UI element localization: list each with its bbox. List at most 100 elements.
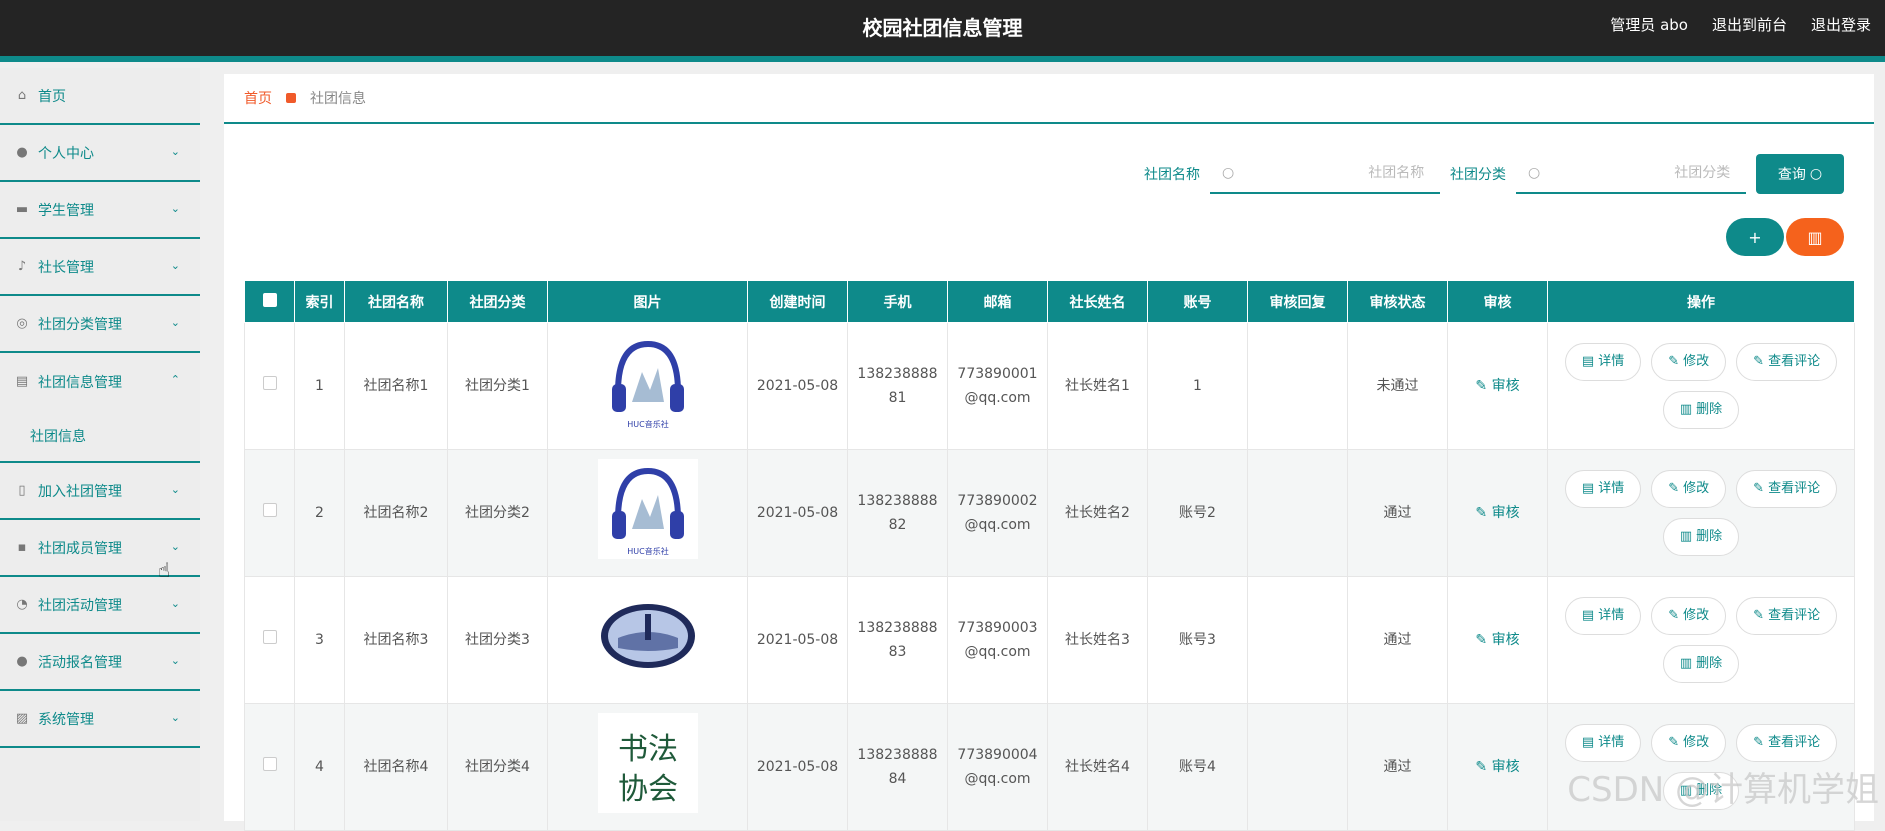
- audit-link[interactable]: ✎ 审核: [1475, 378, 1519, 394]
- view-comments-button[interactable]: ✎查看评论: [1736, 597, 1837, 635]
- header-links: 管理员 abo 退出到前台 退出登录: [1610, 14, 1871, 35]
- table-row[interactable]: 3 社团名称3 社团分类3 2021-05-08 13823888883 773…: [245, 577, 1855, 704]
- club-name-input[interactable]: [1234, 165, 1424, 181]
- exit-to-front-link[interactable]: 退出到前台: [1712, 14, 1787, 35]
- chevron-down-icon: ⌄: [171, 711, 180, 724]
- gauge-icon: ◔: [14, 597, 30, 613]
- edit-button[interactable]: ✎修改: [1651, 343, 1726, 381]
- actions-cell: ▤详情 ✎修改 ✎查看评论 ▥删除: [1548, 450, 1855, 577]
- batch-delete-button[interactable]: ▥: [1786, 218, 1844, 256]
- sidebar-subitem-club-info[interactable]: 社团信息: [0, 410, 200, 463]
- sidebar-item-club-info[interactable]: ▤ 社团信息管理 ⌃: [0, 353, 200, 410]
- trash-icon: ▥: [1680, 398, 1692, 422]
- edit-button[interactable]: ✎修改: [1651, 724, 1726, 762]
- table-row[interactable]: 2 社团名称2 社团分类2 HUC音乐社 2021-05-08 13823888…: [245, 450, 1855, 577]
- edit-button[interactable]: ✎修改: [1651, 597, 1726, 635]
- image-cell: 书法 协会: [548, 704, 748, 831]
- chevron-down-icon: ⌄: [171, 654, 180, 667]
- add-button[interactable]: +: [1726, 218, 1784, 256]
- hand-cursor-icon: ☝: [158, 558, 170, 582]
- reply-cell: [1248, 450, 1348, 577]
- audit-label: 审核: [1492, 632, 1520, 648]
- detail-button[interactable]: ▤详情: [1565, 470, 1641, 508]
- sidebar-item-categories[interactable]: ◎ 社团分类管理 ⌄: [0, 296, 200, 353]
- audit-link[interactable]: ✎ 审核: [1475, 632, 1519, 648]
- breadcrumb-home[interactable]: 首页: [244, 88, 272, 108]
- sidebar-item-system[interactable]: ▨ 系统管理 ⌄: [0, 691, 200, 748]
- column-header: 社长姓名: [1048, 281, 1148, 323]
- row-select-cell: [245, 704, 295, 831]
- sidebar-item-home[interactable]: ⌂ 首页: [0, 68, 200, 125]
- edit-icon: ✎: [1475, 759, 1487, 775]
- logo-caption: HUC音乐社: [627, 546, 668, 556]
- top-bar: 校园社团信息管理 管理员 abo 退出到前台 退出登录: [0, 0, 1885, 62]
- sidebar-item-personal[interactable]: ● 个人中心 ⌄: [0, 125, 200, 182]
- club-category-input[interactable]: [1540, 165, 1730, 181]
- calligraphy-logo-image: 书法 协会: [598, 713, 698, 813]
- edit-icon: ✎: [1668, 731, 1679, 755]
- column-header: 图片: [548, 281, 748, 323]
- sidebar-item-leaders[interactable]: ♪ 社长管理 ⌄: [0, 239, 200, 296]
- detail-button[interactable]: ▤详情: [1565, 724, 1641, 762]
- delete-button[interactable]: ▥删除: [1663, 518, 1739, 556]
- sidebar-item-label: 社团成员管理: [38, 538, 122, 558]
- view-comments-button[interactable]: ✎查看评论: [1736, 470, 1837, 508]
- sidebar-item-label: 个人中心: [38, 143, 94, 163]
- trash-icon: ▥: [1680, 525, 1692, 549]
- column-header: 账号: [1148, 281, 1248, 323]
- delete-button[interactable]: ▥删除: [1663, 391, 1739, 429]
- edit-icon: ✎: [1475, 378, 1487, 394]
- view-comments-button[interactable]: ✎查看评论: [1736, 343, 1837, 381]
- sidebar-item-students[interactable]: ▬ 学生管理 ⌄: [0, 182, 200, 239]
- sidebar-item-join[interactable]: ▯ 加入社团管理 ⌄: [0, 463, 200, 520]
- email-cell: 773890001@qq.com: [948, 323, 1048, 450]
- row-checkbox[interactable]: [263, 757, 277, 771]
- edit-label: 修改: [1683, 350, 1709, 374]
- column-header: 审核: [1448, 281, 1548, 323]
- edit-icon: ✎: [1668, 477, 1679, 501]
- row-checkbox[interactable]: [263, 630, 277, 644]
- audit-link[interactable]: ✎ 审核: [1475, 505, 1519, 521]
- logo-caption: HUC音乐社: [627, 419, 668, 429]
- document-icon: ▤: [1582, 731, 1594, 755]
- audit-link[interactable]: ✎ 审核: [1475, 759, 1519, 775]
- detail-button[interactable]: ▤详情: [1565, 597, 1641, 635]
- phone-text: 13823888883: [857, 620, 937, 660]
- row-checkbox[interactable]: [263, 503, 277, 517]
- audit-label: 审核: [1492, 759, 1520, 775]
- edit-icon: ✎: [1668, 350, 1679, 374]
- email-text: 773890001@qq.com: [957, 366, 1037, 406]
- column-header: 手机: [848, 281, 948, 323]
- edit-button[interactable]: ✎修改: [1651, 470, 1726, 508]
- sidebar-item-activities[interactable]: ◔ 社团活动管理 ⌄: [0, 577, 200, 634]
- phone-cell: 13823888884: [848, 704, 948, 831]
- phone-cell: 13823888881: [848, 323, 948, 450]
- logout-link[interactable]: 退出登录: [1811, 14, 1871, 35]
- chevron-down-icon: ⌄: [171, 483, 180, 496]
- row-checkbox[interactable]: [263, 376, 277, 390]
- select-all-checkbox[interactable]: [263, 293, 277, 307]
- table-header-row: 索引 社团名称 社团分类 图片 创建时间 手机 邮箱 社长姓名 账号 审核回复 …: [245, 281, 1855, 323]
- table-row[interactable]: 1 社团名称1 社团分类1 HUC音乐社 2021-05-08 13823888…: [245, 323, 1855, 450]
- reply-cell: [1248, 577, 1348, 704]
- headphones-logo-image: HUC音乐社: [598, 332, 698, 432]
- club-category-cell: 社团分类1: [448, 323, 548, 450]
- admin-user-link[interactable]: 管理员 abo: [1610, 14, 1688, 35]
- sidebar-item-label: 社团分类管理: [38, 314, 122, 334]
- breadcrumb: 首页 社团信息: [224, 74, 1874, 124]
- row-select-cell: [245, 450, 295, 577]
- sidebar-item-signup[interactable]: ● 活动报名管理 ⌄: [0, 634, 200, 691]
- club-name-label: 社团名称: [1144, 164, 1200, 184]
- document-icon: ▤: [1582, 604, 1594, 628]
- audit-label: 审核: [1492, 505, 1520, 521]
- query-button[interactable]: 查询 ○: [1756, 154, 1844, 194]
- edit-icon: ✎: [1475, 505, 1487, 521]
- sidebar-item-label: 加入社团管理: [38, 481, 122, 501]
- email-cell: 773890004@qq.com: [948, 704, 1048, 831]
- main-content: 首页 社团信息 社团名称 ○ 社团分类 ○ 查询 ○ + ▥: [224, 74, 1874, 821]
- account-cell: 1: [1148, 323, 1248, 450]
- delete-button[interactable]: ▥删除: [1663, 645, 1739, 683]
- view-comments-button[interactable]: ✎查看评论: [1736, 724, 1837, 762]
- detail-button[interactable]: ▤详情: [1565, 343, 1641, 381]
- created-cell: 2021-05-08: [748, 577, 848, 704]
